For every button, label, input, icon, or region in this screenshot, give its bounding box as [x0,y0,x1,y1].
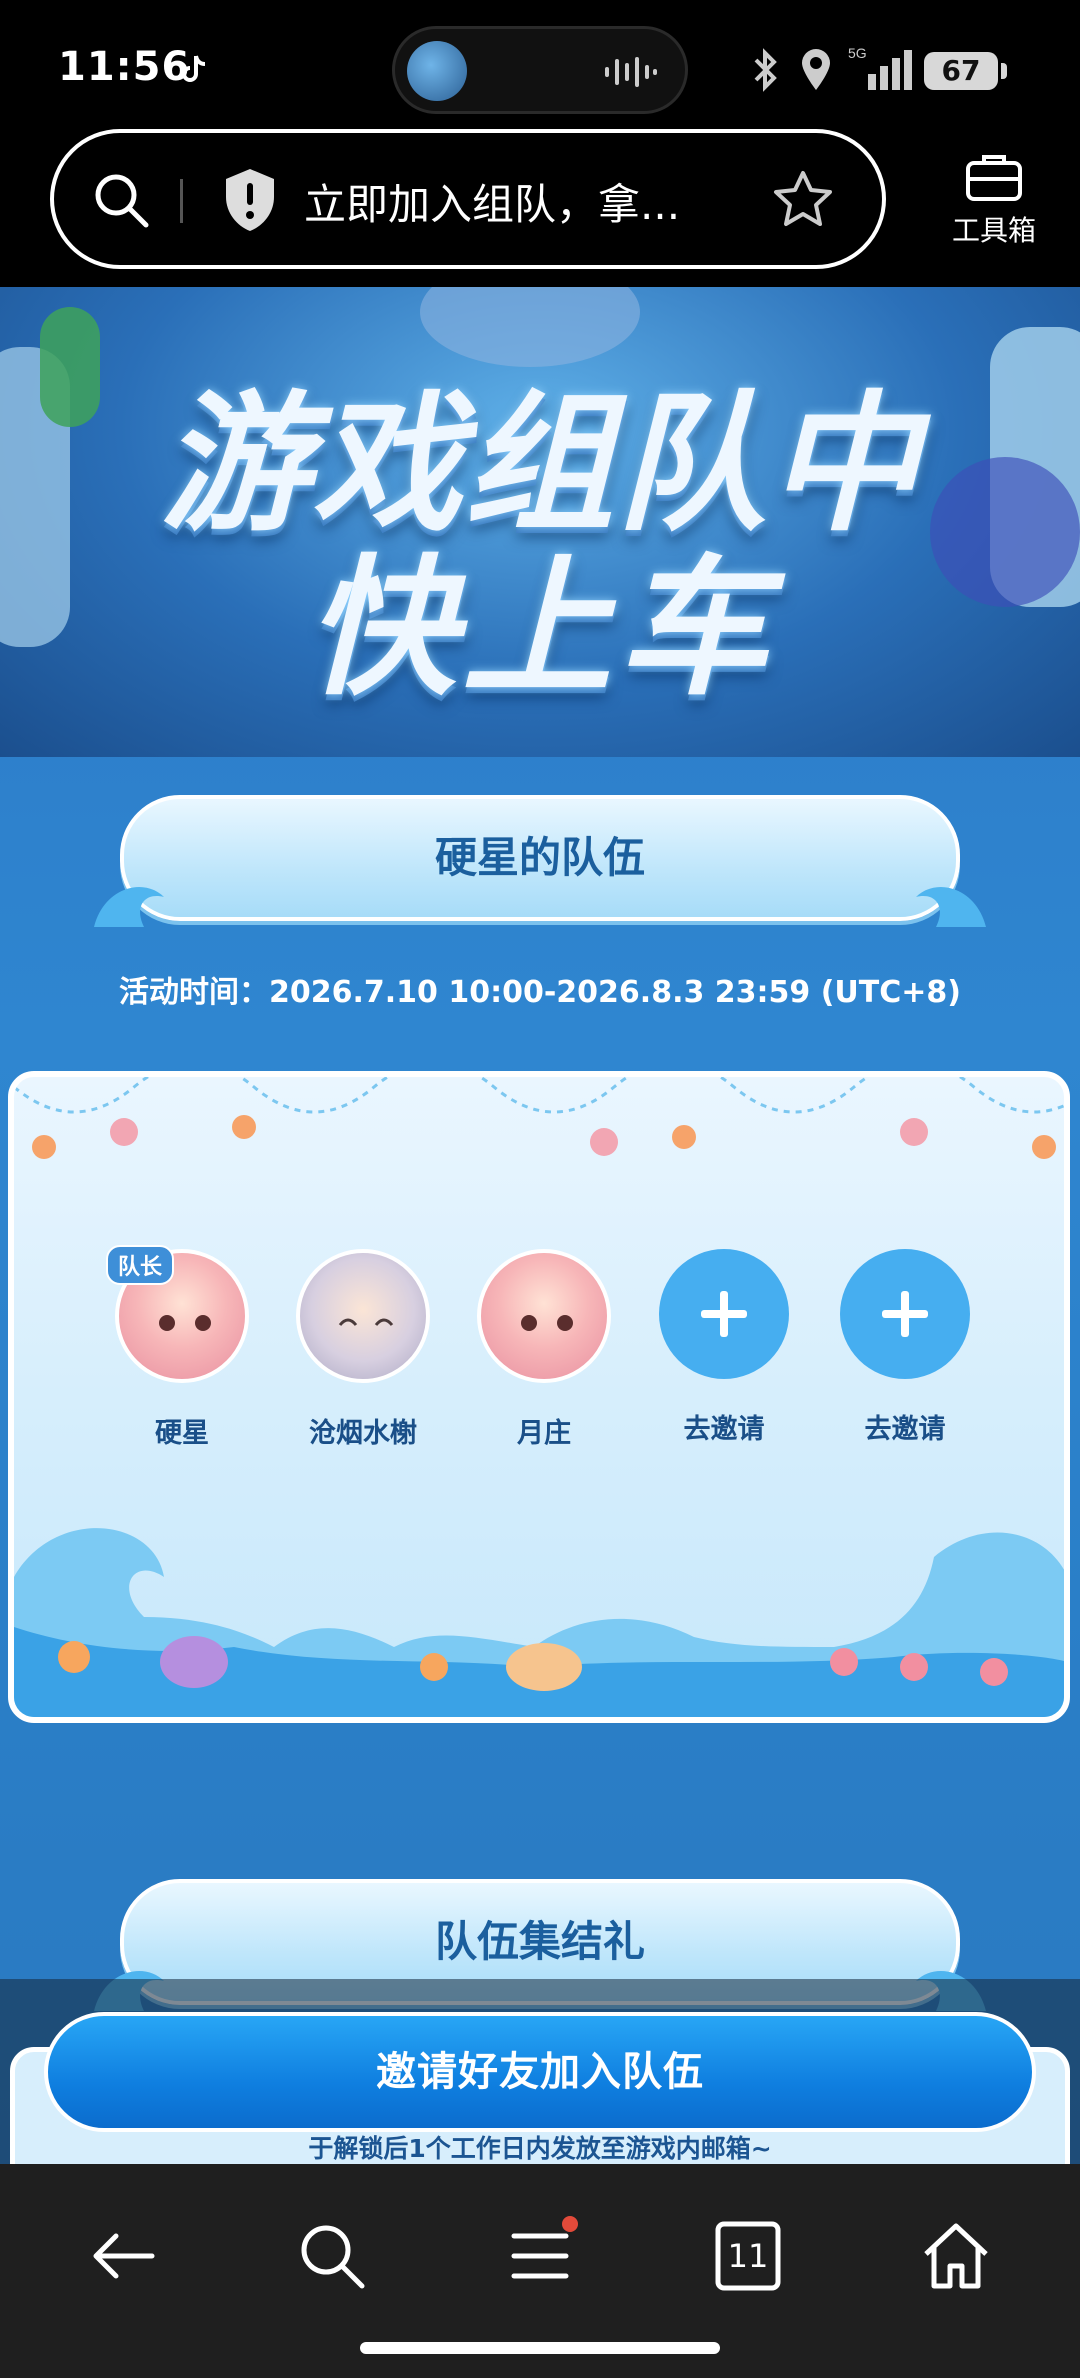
location-icon [802,49,830,90]
back-arrow-icon [93,2233,155,2279]
media-thumbnail [407,41,467,101]
status-time: 11:56 [58,44,191,90]
bookmark-star-icon[interactable] [770,167,836,233]
search-icon[interactable] [90,169,154,233]
team-member-2[interactable]: 沧烟水榭 [293,1249,433,1450]
home-indicator[interactable] [360,2342,720,2354]
tab-count: 11 [727,2237,769,2275]
member-name: 沧烟水榭 [309,1418,417,1449]
toolbox-label: 工具箱 [951,214,1036,247]
dynamic-island[interactable] [392,26,688,114]
team-members-card: 队长 硬星 沧烟水榭 月庄 去邀请 去邀请 [8,1071,1070,1723]
search-icon [301,2225,365,2289]
web-page: 游戏组队中 快上车 硬星的队伍 活动时间：2026.7.10 10:00-202… [0,287,1080,2164]
wave-decoration [94,887,164,927]
hero-title-line2: 快上车 [305,542,774,716]
add-member-button[interactable] [840,1249,970,1379]
toolbox-button[interactable]: 工具箱 [946,151,1042,261]
invite-slot-1[interactable]: 去邀请 [654,1249,794,1446]
search-button[interactable] [292,2216,372,2296]
avatar-face [338,1318,394,1326]
team-name-banner: 硬星的队伍 [94,795,986,927]
menu-icon [511,2216,578,2279]
address-bar[interactable]: 立即加入组队，拿... [50,129,886,269]
url-text[interactable]: 立即加入组队，拿... [304,171,744,232]
invite-friends-button[interactable]: 邀请好友加入队伍 [44,2012,1036,2132]
audio-wave-icon [605,57,657,87]
avatar[interactable] [296,1249,430,1383]
invite-slot-2[interactable]: 去邀请 [835,1249,975,1446]
avatar-face [159,1315,211,1331]
status-bar: 11:56 5G 67 [0,0,1080,125]
home-button[interactable] [916,2216,996,2296]
invite-label[interactable]: 去邀请 [654,1407,794,1446]
address-divider [180,179,183,223]
toolbox-icon [966,155,1022,201]
add-member-button[interactable] [659,1249,789,1379]
back-button[interactable] [84,2216,164,2296]
team-member-1[interactable]: 队长 硬星 [106,1245,252,1450]
tabs-button[interactable]: 11 [708,2216,788,2296]
shell-garland-decoration [14,1077,1064,1159]
team-name-title: 硬星的队伍 [434,833,645,882]
battery-indicator: 67 [924,52,1007,90]
ocean-wave-decoration [14,1528,1064,1717]
wave-decoration [916,887,986,927]
team-member-3[interactable]: 月庄 [474,1249,614,1450]
svg-text:5G: 5G [848,45,867,61]
bluetooth-icon [754,48,777,92]
avatar[interactable] [477,1249,611,1383]
signal-5g-icon: 5G [848,45,912,90]
tiktok-icon [182,55,206,82]
home-icon [924,2223,988,2289]
avatar-face [521,1315,573,1331]
menu-button[interactable] [500,2216,580,2296]
invite-label[interactable]: 去邀请 [835,1407,975,1446]
leader-badge: 队长 [106,1245,175,1285]
reward-note: 于解锁后1个工作日内发放至游戏内邮箱~ [308,2134,772,2163]
activity-time: 活动时间：2026.7.10 10:00-2026.8.3 23:59 (UTC… [119,975,961,1010]
hero-banner: 游戏组队中 快上车 [0,287,1080,757]
browser-toolbar: 立即加入组队，拿... 工具箱 [0,125,1080,287]
security-shield-icon[interactable] [220,165,280,235]
member-name: 硬星 [155,1418,209,1449]
member-name: 月庄 [517,1418,571,1449]
